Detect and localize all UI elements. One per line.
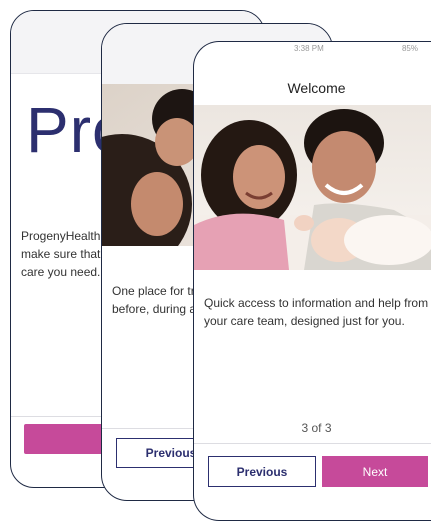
status-battery: 85% — [401, 44, 418, 53]
status-time: 3:38 PM — [294, 44, 324, 53]
next-button[interactable]: Next — [322, 456, 428, 487]
onboarding-screen-3: 3:38 PM 85% Welcome Quick access to info… — [193, 41, 431, 521]
page-title: Welcome — [287, 80, 346, 96]
previous-button[interactable]: Previous — [208, 456, 316, 487]
status-bar: 3:38 PM 85% — [194, 44, 431, 56]
family-photo — [194, 105, 431, 270]
footer-divider — [194, 443, 431, 444]
intro-text: Quick access to information and help fro… — [204, 296, 429, 328]
page-indicator: 3 of 3 — [301, 421, 332, 435]
